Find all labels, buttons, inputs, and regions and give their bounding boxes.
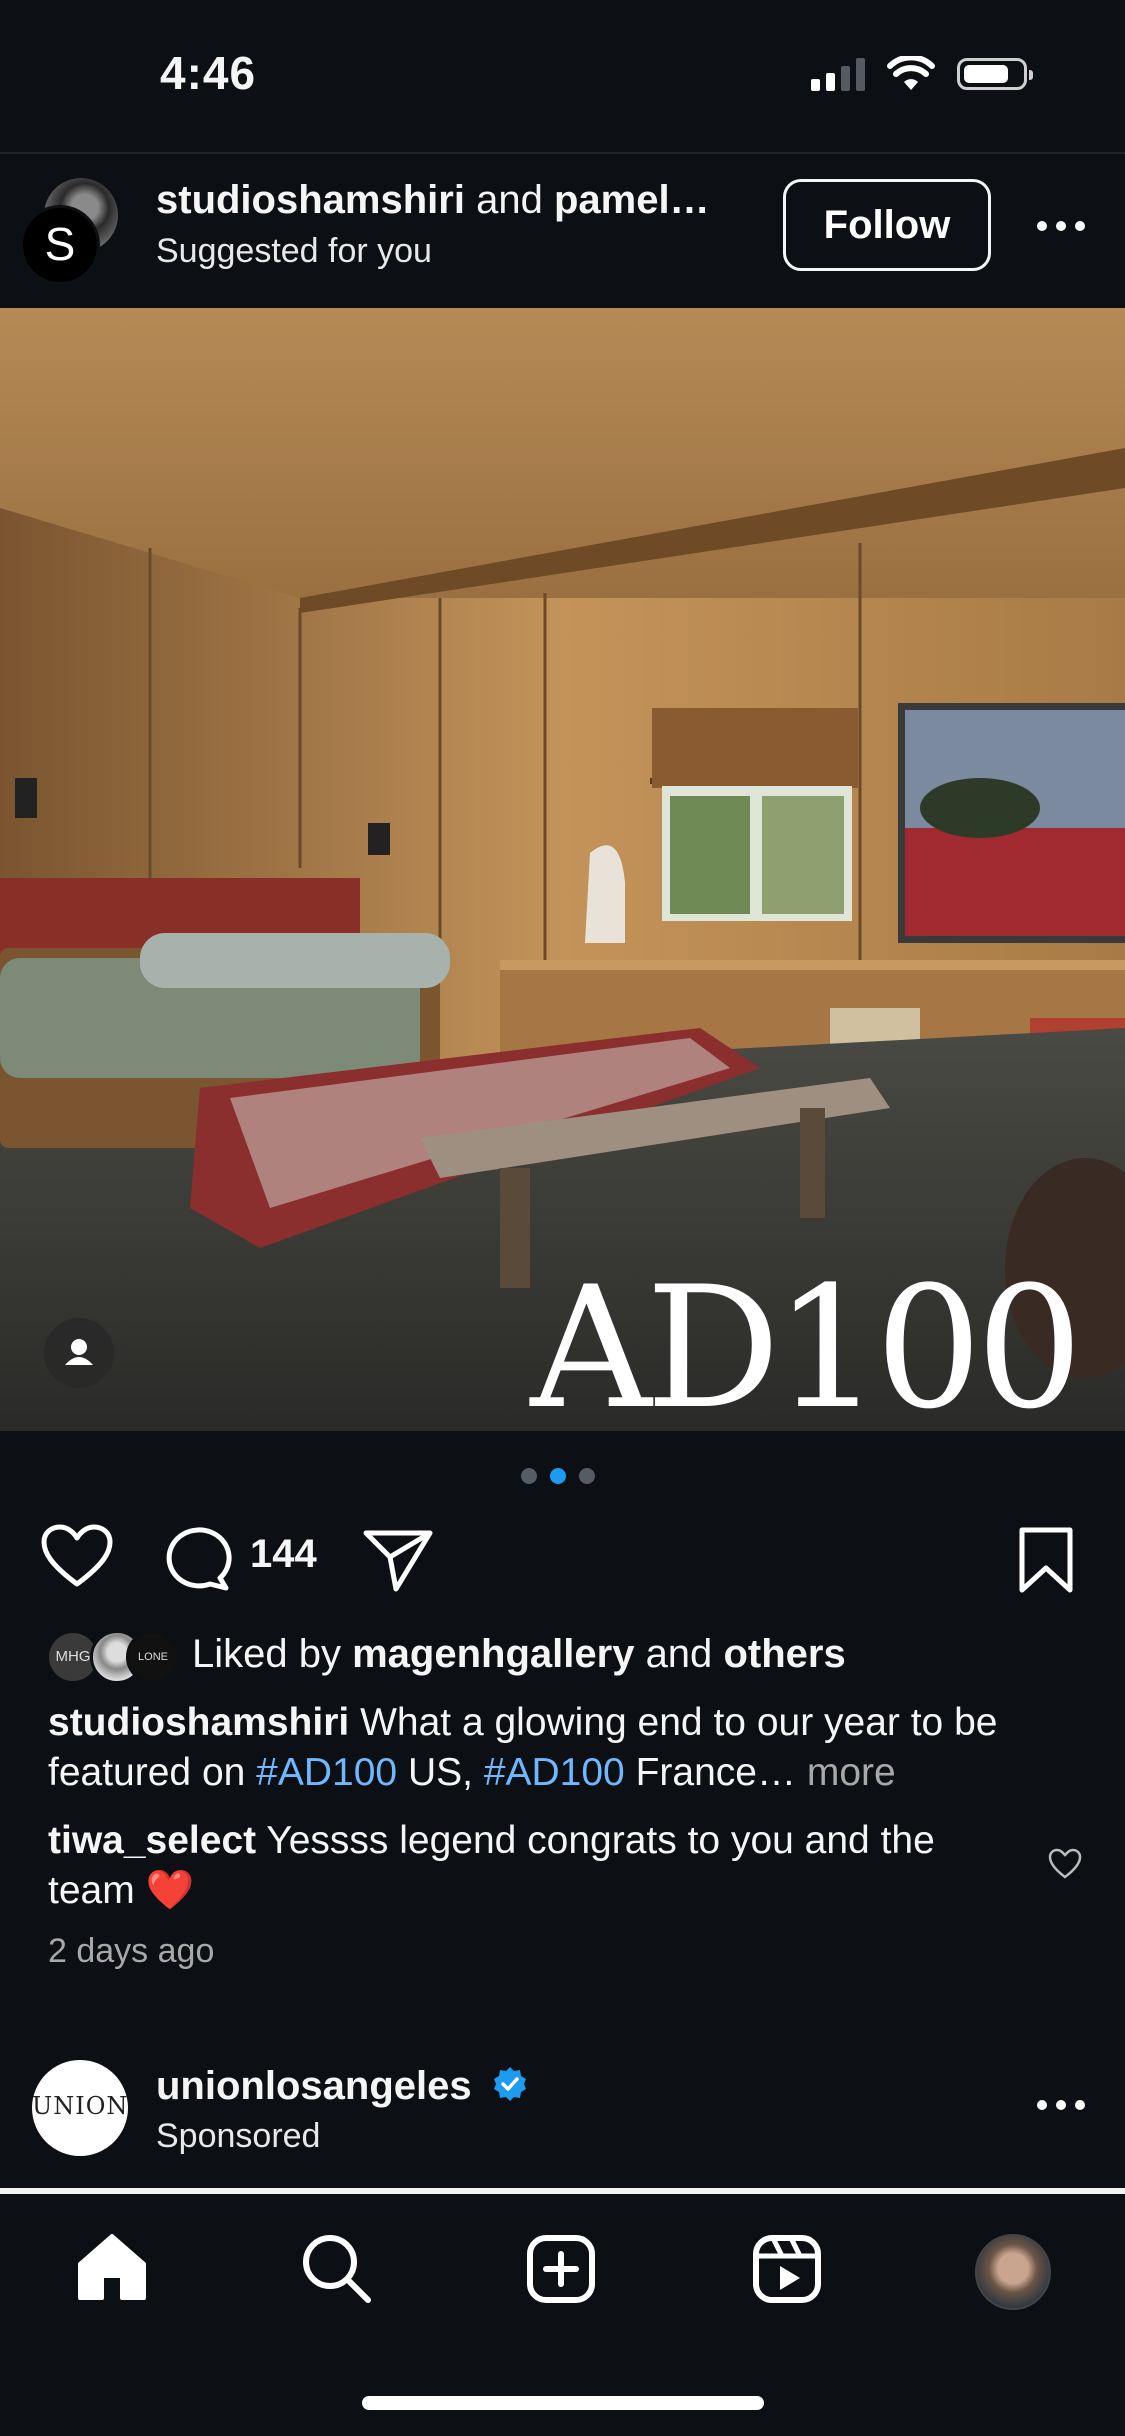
wifi-icon <box>887 56 935 90</box>
comment-username[interactable]: tiwa_select <box>48 1819 256 1862</box>
liked-by-connector: and <box>645 1632 713 1676</box>
reels-icon[interactable] <box>752 2234 822 2304</box>
hashtag-link[interactable]: #AD100 <box>256 1751 397 1794</box>
post-timestamp: 2 days ago <box>48 1932 215 1970</box>
home-indicator <box>362 2396 764 2410</box>
caption-username[interactable]: studioshamshiri <box>48 1701 349 1744</box>
comment-count[interactable]: 144 <box>250 1532 317 1577</box>
comment-bubble-icon[interactable] <box>162 1526 232 1592</box>
caption-text: France… <box>635 1751 796 1794</box>
sponsor-avatar[interactable]: UNION <box>32 2060 128 2156</box>
like-heart-icon[interactable] <box>40 1524 114 1590</box>
comment-like-heart-icon[interactable] <box>1048 1848 1082 1880</box>
post-author-names[interactable]: studioshamshiri and pamel… <box>156 178 736 223</box>
liker-avatar-3[interactable]: LONE <box>126 1630 180 1684</box>
share-send-icon[interactable] <box>362 1527 434 1593</box>
sponsor-more-options-icon[interactable] <box>1037 2100 1085 2110</box>
person-icon <box>65 1339 93 1365</box>
follow-button[interactable]: Follow <box>783 179 991 271</box>
carousel-dot <box>579 1468 595 1484</box>
carousel-indicator <box>521 1468 595 1484</box>
create-post-icon[interactable] <box>526 2234 596 2304</box>
verified-badge-icon <box>493 2067 526 2101</box>
likes-others-link[interactable]: others <box>723 1632 845 1676</box>
tagged-people-button[interactable] <box>44 1318 114 1388</box>
post-more-options-icon[interactable] <box>1037 221 1085 231</box>
liked-by-prefix: Liked by <box>192 1632 341 1676</box>
caption-text: US, <box>407 1751 473 1794</box>
carousel-dot <box>521 1468 537 1484</box>
liker-username[interactable]: magenhgallery <box>352 1632 634 1676</box>
hashtag-link[interactable]: #AD100 <box>484 1751 625 1794</box>
battery-icon <box>957 58 1033 90</box>
carousel-dot-active <box>550 1468 566 1484</box>
tab-bar-top-edge <box>0 2188 1125 2194</box>
red-heart-emoji: ❤️ <box>145 1869 195 1912</box>
names-connector: and <box>476 178 543 222</box>
cellular-signal-icon <box>811 57 865 91</box>
status-time: 4:46 <box>160 47 257 99</box>
sponsor-username[interactable]: unionlosangeles <box>156 2064 529 2109</box>
author-avatar[interactable]: S <box>20 205 100 285</box>
sponsored-label: Sponsored <box>156 2117 321 2155</box>
save-bookmark-icon[interactable] <box>1018 1526 1074 1594</box>
search-icon[interactable] <box>300 2232 372 2304</box>
header-divider <box>0 152 1125 154</box>
collaborator-username[interactable]: pamel… <box>554 178 710 222</box>
caption-more-link[interactable]: more <box>807 1751 896 1794</box>
status-icons <box>811 56 1033 92</box>
author-username[interactable]: studioshamshiri <box>156 178 465 222</box>
post-caption: studioshamshiri What a glowing end to ou… <box>48 1698 1058 1798</box>
sponsor-username-text[interactable]: unionlosangeles <box>156 2064 472 2108</box>
profile-tab-avatar[interactable] <box>975 2234 1051 2310</box>
home-icon[interactable] <box>76 2232 148 2302</box>
top-comment: tiwa_select Yessss legend congrats to yo… <box>48 1816 978 1916</box>
liked-by-line[interactable]: Liked by magenhgallery and others <box>192 1632 846 1677</box>
ad100-watermark: AD100 <box>530 1250 1083 1446</box>
suggested-label: Suggested for you <box>156 232 432 270</box>
